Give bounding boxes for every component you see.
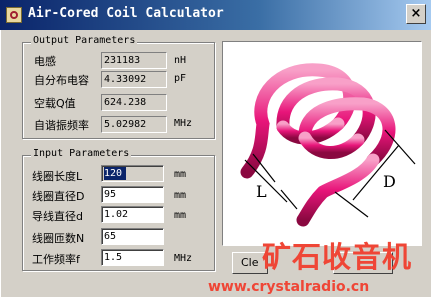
input-label-turns: 线圈匝数N [32,232,85,245]
output-unit-capacitance: pF [174,73,187,84]
output-value-capacitance: 4.33092 [101,71,167,88]
output-label-inductance: 电感 [34,55,56,68]
output-value-resonant-frequency: 5.02982 [101,116,167,133]
input-label-frequency: 工作频率f [32,253,80,266]
output-value-inductance: 231183 [101,52,167,69]
output-label-resonant-frequency: 自谐振频率 [34,119,89,132]
coil-diagram: L D [222,41,422,246]
input-label-coil-diameter: 线圈直径D [32,190,85,203]
coil-illustration: L D [240,63,416,227]
input-unit-frequency: MHz [174,253,193,264]
coil-length-input[interactable] [101,165,164,182]
wire-diameter-input[interactable] [101,206,164,223]
output-value-q-factor: 624.238 [101,94,167,111]
output-group-title: Output Parameters [31,35,138,46]
input-unit-coil-length: mm [174,169,187,180]
frequency-input[interactable] [101,249,164,266]
output-label-capacitance: 自分布电容 [34,74,89,87]
output-label-q-factor: 空载Q值 [34,97,76,110]
turns-input[interactable] [101,228,164,245]
watermark-url: www.crystalradio.cn [208,279,370,295]
input-group-title: Input Parameters [31,148,132,159]
diagram-label-length: L [256,182,267,201]
input-unit-coil-diameter: mm [174,190,187,201]
input-label-wire-diameter: 导线直径d [32,210,83,223]
window-title: Air-Cored Coil Calculator [28,6,224,21]
watermark-logo-text: 矿石收音机 [262,240,413,274]
coil-diameter-input[interactable] [101,186,164,203]
title-bar: Air-Cored Coil Calculator × [0,0,431,30]
diagram-label-diameter: D [383,172,396,191]
output-unit-inductance: nH [174,55,187,66]
input-unit-wire-diameter: mm [174,210,187,221]
app-icon [6,7,22,23]
input-label-coil-length: 线圈长度L [32,170,83,183]
close-button[interactable]: × [406,4,426,24]
output-unit-resonant-frequency: MHz [174,118,193,129]
window-frame [0,30,3,297]
